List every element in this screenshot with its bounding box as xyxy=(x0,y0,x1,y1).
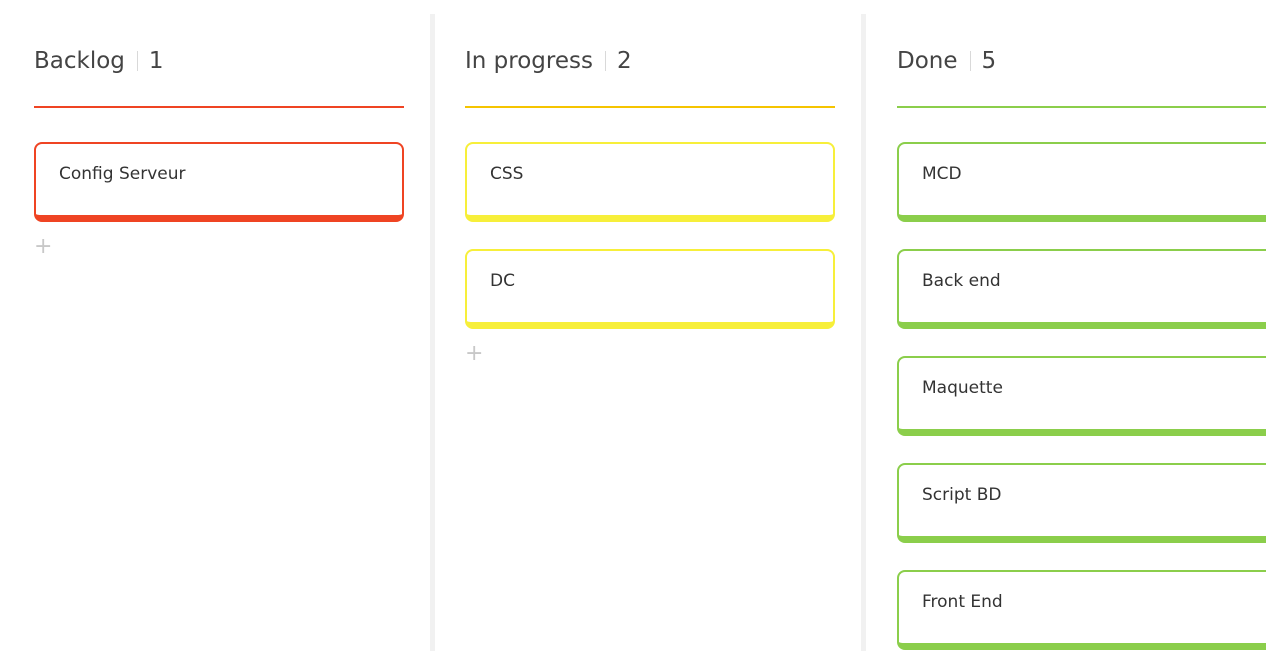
card-list: Config Serveur + xyxy=(34,142,404,259)
header-separator xyxy=(604,51,606,71)
column-underline xyxy=(465,106,835,108)
column-header: Done 5 xyxy=(897,44,996,78)
column-count: 1 xyxy=(148,48,164,74)
card-list: MCD Back end Maquette Script BD Front En… xyxy=(897,142,1266,651)
column-count: 2 xyxy=(616,48,632,74)
plus-icon: + xyxy=(465,341,484,366)
column-divider xyxy=(430,14,435,651)
column-title: Backlog xyxy=(34,48,125,74)
add-card-button[interactable]: + xyxy=(465,341,485,366)
add-card-button[interactable]: + xyxy=(34,234,54,259)
column-underline xyxy=(897,106,1266,108)
column-in-progress: In progress 2 CSS DC + xyxy=(465,0,835,651)
column-done: Done 5 MCD Back end Maquette Script BD F… xyxy=(897,0,1266,651)
card-list: CSS DC + xyxy=(465,142,835,366)
header-separator xyxy=(136,51,138,71)
column-title: Done xyxy=(897,48,958,74)
column-title: In progress xyxy=(465,48,593,74)
column-underline xyxy=(34,106,404,108)
kanban-board: Backlog 1 Config Serveur + In progress 2… xyxy=(0,0,1266,651)
column-header: In progress 2 xyxy=(465,44,632,78)
column-divider xyxy=(861,14,866,651)
column-backlog: Backlog 1 Config Serveur + xyxy=(34,0,404,651)
column-count: 5 xyxy=(981,48,997,74)
card[interactable]: Front End xyxy=(897,570,1266,650)
plus-icon: + xyxy=(34,234,53,259)
column-header: Backlog 1 xyxy=(34,44,164,78)
card[interactable]: Back end xyxy=(897,249,1266,329)
header-separator xyxy=(969,51,971,71)
card[interactable]: Script BD xyxy=(897,463,1266,543)
card[interactable]: DC xyxy=(465,249,835,329)
card[interactable]: MCD xyxy=(897,142,1266,222)
card[interactable]: Maquette xyxy=(897,356,1266,436)
card[interactable]: CSS xyxy=(465,142,835,222)
card[interactable]: Config Serveur xyxy=(34,142,404,222)
